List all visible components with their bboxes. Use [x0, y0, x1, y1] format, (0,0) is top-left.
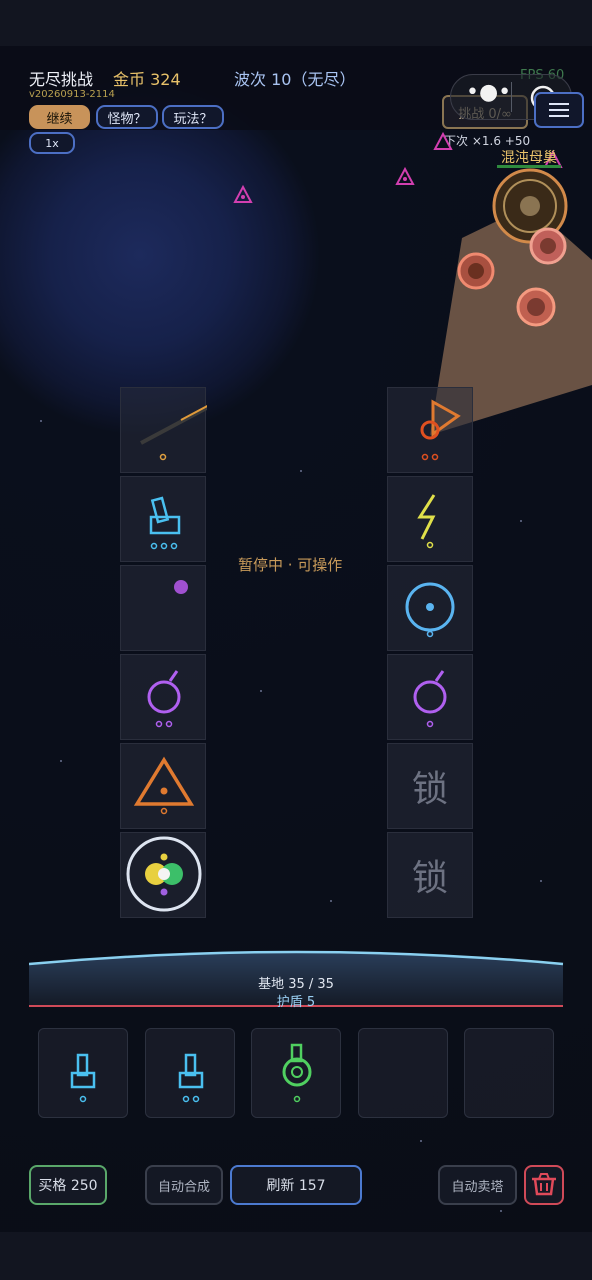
- inventory-slot[interactable]: [145, 1028, 235, 1118]
- locked-cell[interactable]: 锁: [387, 743, 473, 829]
- star: [540, 880, 542, 882]
- bomb-projectile-icon: [174, 580, 188, 594]
- cannon-tower-icon: [178, 1053, 204, 1103]
- buy-cell-button[interactable]: 买格 250: [29, 1165, 107, 1205]
- continue-button[interactable]: 继续: [29, 105, 90, 129]
- bomb-tower-icon: [413, 670, 447, 728]
- auto-sell-button[interactable]: 自动卖塔: [438, 1165, 517, 1205]
- grid-cell[interactable]: [120, 832, 206, 918]
- grid-cell[interactable]: [120, 387, 207, 473]
- inventory-slot-empty[interactable]: [358, 1028, 448, 1118]
- ring-enemy-icon: [529, 227, 567, 265]
- triangle-enemy-icon: [395, 167, 415, 185]
- boss-name: 混沌母巢: [501, 150, 557, 166]
- grid-cell[interactable]: [387, 387, 473, 473]
- howto-help-button[interactable]: 玩法？: [162, 105, 224, 129]
- triangle-enemy-icon: [233, 185, 253, 203]
- mode-title: 无尽挑战: [29, 70, 94, 89]
- monsters-help-button[interactable]: 怪物？: [96, 105, 158, 129]
- base-shield-label: 护盾 5: [276, 995, 316, 1010]
- more-options-icon[interactable]: •●•: [466, 80, 511, 105]
- triangle-enemy-icon: [433, 132, 453, 150]
- grid-cell[interactable]: [120, 654, 206, 740]
- prism-tower-icon: [126, 836, 202, 912]
- grid-cell[interactable]: [120, 476, 206, 562]
- game-stage[interactable]: 无尽挑战 金币 324 波次 10（无尽） FPS 60 v20260913-2…: [0, 0, 592, 1280]
- menu-icon-line: [549, 109, 569, 111]
- sniper-tower-icon: [140, 405, 207, 461]
- auto-merge-button[interactable]: 自动合成: [145, 1165, 223, 1205]
- locked-cell[interactable]: 锁: [387, 832, 473, 918]
- system-nav-bar: [0, 1232, 592, 1280]
- cannon-tower-icon: [149, 496, 181, 550]
- star: [60, 760, 62, 762]
- system-status-bar: [0, 0, 592, 46]
- grid-cell[interactable]: [120, 565, 206, 651]
- basket-icon: [532, 1173, 556, 1196]
- base-hp-label: 基地 35 / 35: [258, 977, 334, 992]
- menu-icon-line: [549, 103, 569, 105]
- star: [420, 1140, 422, 1142]
- frost-tower-icon: [405, 582, 455, 638]
- inventory-slot[interactable]: [38, 1028, 128, 1118]
- sell-basket-button[interactable]: [524, 1165, 564, 1205]
- menu-button[interactable]: [534, 92, 584, 128]
- gold-counter: 金币 324: [113, 70, 181, 89]
- grid-cell[interactable]: [387, 476, 473, 562]
- lightning-tower-icon: [417, 494, 436, 549]
- pause-status: 暂停中 · 可操作: [238, 556, 343, 574]
- flame-tower-icon: [420, 399, 461, 461]
- inventory-slot[interactable]: [251, 1028, 341, 1118]
- grid-cell[interactable]: [120, 743, 206, 829]
- star: [260, 690, 262, 692]
- bomb-tower-icon: [147, 670, 181, 728]
- grid-cell[interactable]: [387, 565, 473, 651]
- star: [500, 1210, 502, 1212]
- wave-counter: 波次 10（无尽）: [234, 70, 356, 89]
- inventory-slot-empty[interactable]: [464, 1028, 554, 1118]
- version-label: v20260913-2114: [29, 89, 115, 100]
- triangle-tower-icon: [133, 756, 195, 815]
- capsule-divider: [511, 82, 512, 112]
- cannon-tower-icon: [70, 1053, 96, 1103]
- star: [330, 900, 332, 902]
- ring-enemy-icon: [516, 287, 556, 327]
- speed-button[interactable]: 1x: [29, 132, 75, 154]
- menu-icon-line: [549, 115, 569, 117]
- refresh-button[interactable]: 刷新 157: [230, 1165, 362, 1205]
- grid-cell[interactable]: [387, 654, 473, 740]
- poison-tower-icon: [282, 1043, 312, 1103]
- ring-enemy-icon: [457, 252, 495, 290]
